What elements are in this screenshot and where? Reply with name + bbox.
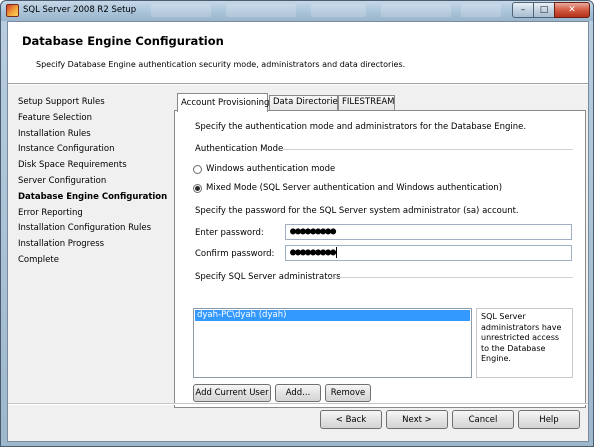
- confirm-password-value: ●●●●●●●●●: [290, 247, 336, 258]
- remove-admin-button[interactable]: Remove: [325, 384, 371, 402]
- mixed-mode-label: Mixed Mode (SQL Server authentication an…: [206, 183, 503, 193]
- background-window-ghost: [381, 4, 451, 17]
- tab-account-provisioning[interactable]: Account Provisioning: [177, 93, 269, 112]
- admins-divider: [328, 277, 573, 278]
- confirm-password-label: Confirm password:: [195, 249, 275, 259]
- mixed-mode-radio-button[interactable]: [193, 183, 202, 193]
- background-window-ghost: [311, 4, 366, 17]
- maximize-icon: □: [539, 5, 549, 15]
- title-bar[interactable]: SQL Server 2008 R2 Setup – □ ✕: [1, 1, 593, 21]
- windows-auth-radio-button[interactable]: [193, 164, 202, 174]
- tab-filestream[interactable]: FILESTREAM: [338, 95, 395, 110]
- page-subtitle: Specify Database Engine authentication s…: [36, 60, 406, 69]
- header-divider: [8, 84, 588, 85]
- account-provisioning-panel: Specify the authentication mode and admi…: [174, 110, 586, 408]
- footer-divider-highlight: [8, 404, 588, 405]
- background-window-ghost: [461, 4, 501, 17]
- nav-item-disk-space-requirements[interactable]: Disk Space Requirements: [18, 158, 168, 174]
- mixed-mode-radio[interactable]: Mixed Mode (SQL Server authentication an…: [193, 183, 502, 193]
- nav-item-server-configuration[interactable]: Server Configuration: [18, 174, 168, 190]
- maximize-button[interactable]: □: [533, 2, 555, 18]
- text-caret: [336, 246, 338, 258]
- windows-auth-label: Windows authentication mode: [206, 164, 336, 174]
- page-title: Database Engine Configuration: [22, 34, 224, 48]
- background-window-ghost: [151, 4, 211, 17]
- nav-item-installation-configuration-rules[interactable]: Installation Configuration Rules: [18, 221, 168, 237]
- cancel-button[interactable]: Cancel: [452, 410, 514, 429]
- admins-list[interactable]: dyah-PC\dyah (dyah): [193, 308, 472, 378]
- close-button[interactable]: ✕: [554, 2, 590, 18]
- step-navigation: Setup Support Rules Feature Selection In…: [18, 95, 168, 269]
- enter-password-field[interactable]: ●●●●●●●●●: [285, 224, 572, 240]
- admin-list-item[interactable]: dyah-PC\dyah (dyah): [195, 310, 470, 321]
- nav-item-installation-progress[interactable]: Installation Progress: [18, 237, 168, 253]
- background-window-ghost: [226, 4, 296, 17]
- client-area: Database Engine Configuration Specify Da…: [7, 21, 589, 442]
- panel-intro: Specify the authentication mode and admi…: [195, 122, 527, 132]
- sa-password-prompt: Specify the password for the SQL Server …: [195, 206, 519, 216]
- window-title: SQL Server 2008 R2 Setup: [23, 5, 137, 15]
- nav-item-installation-rules[interactable]: Installation Rules: [18, 127, 168, 143]
- tab-data-directories[interactable]: Data Directories: [269, 95, 342, 110]
- close-icon: ✕: [568, 5, 576, 15]
- auth-mode-divider: [283, 149, 573, 150]
- nav-item-error-reporting[interactable]: Error Reporting: [18, 206, 168, 222]
- admins-label: Specify SQL Server administrators: [195, 272, 341, 282]
- page-header: Database Engine Configuration Specify Da…: [8, 22, 588, 84]
- nav-item-feature-selection[interactable]: Feature Selection: [18, 111, 168, 127]
- nav-item-setup-support-rules[interactable]: Setup Support Rules: [18, 95, 168, 111]
- minimize-icon: –: [520, 5, 526, 15]
- enter-password-label: Enter password:: [195, 228, 264, 238]
- setup-window: SQL Server 2008 R2 Setup – □ ✕ Database …: [0, 0, 594, 447]
- auth-mode-label: Authentication Mode: [195, 144, 284, 154]
- nav-item-instance-configuration[interactable]: Instance Configuration: [18, 142, 168, 158]
- help-button[interactable]: Help: [518, 410, 580, 429]
- next-button[interactable]: Next >: [386, 410, 448, 429]
- sql-server-setup-icon: [6, 4, 19, 17]
- windows-auth-radio[interactable]: Windows authentication mode: [193, 164, 335, 174]
- admins-note: SQL Server administrators have unrestric…: [476, 308, 573, 378]
- add-current-user-button[interactable]: Add Current User: [193, 384, 271, 402]
- back-button[interactable]: < Back: [320, 410, 382, 429]
- enter-password-value: ●●●●●●●●●: [290, 226, 336, 237]
- nav-item-database-engine-configuration[interactable]: Database Engine Configuration: [18, 190, 168, 206]
- add-admin-button[interactable]: Add...: [275, 384, 321, 402]
- confirm-password-field[interactable]: ●●●●●●●●●: [285, 245, 572, 261]
- minimize-button[interactable]: –: [512, 2, 534, 18]
- nav-item-complete[interactable]: Complete: [18, 253, 168, 269]
